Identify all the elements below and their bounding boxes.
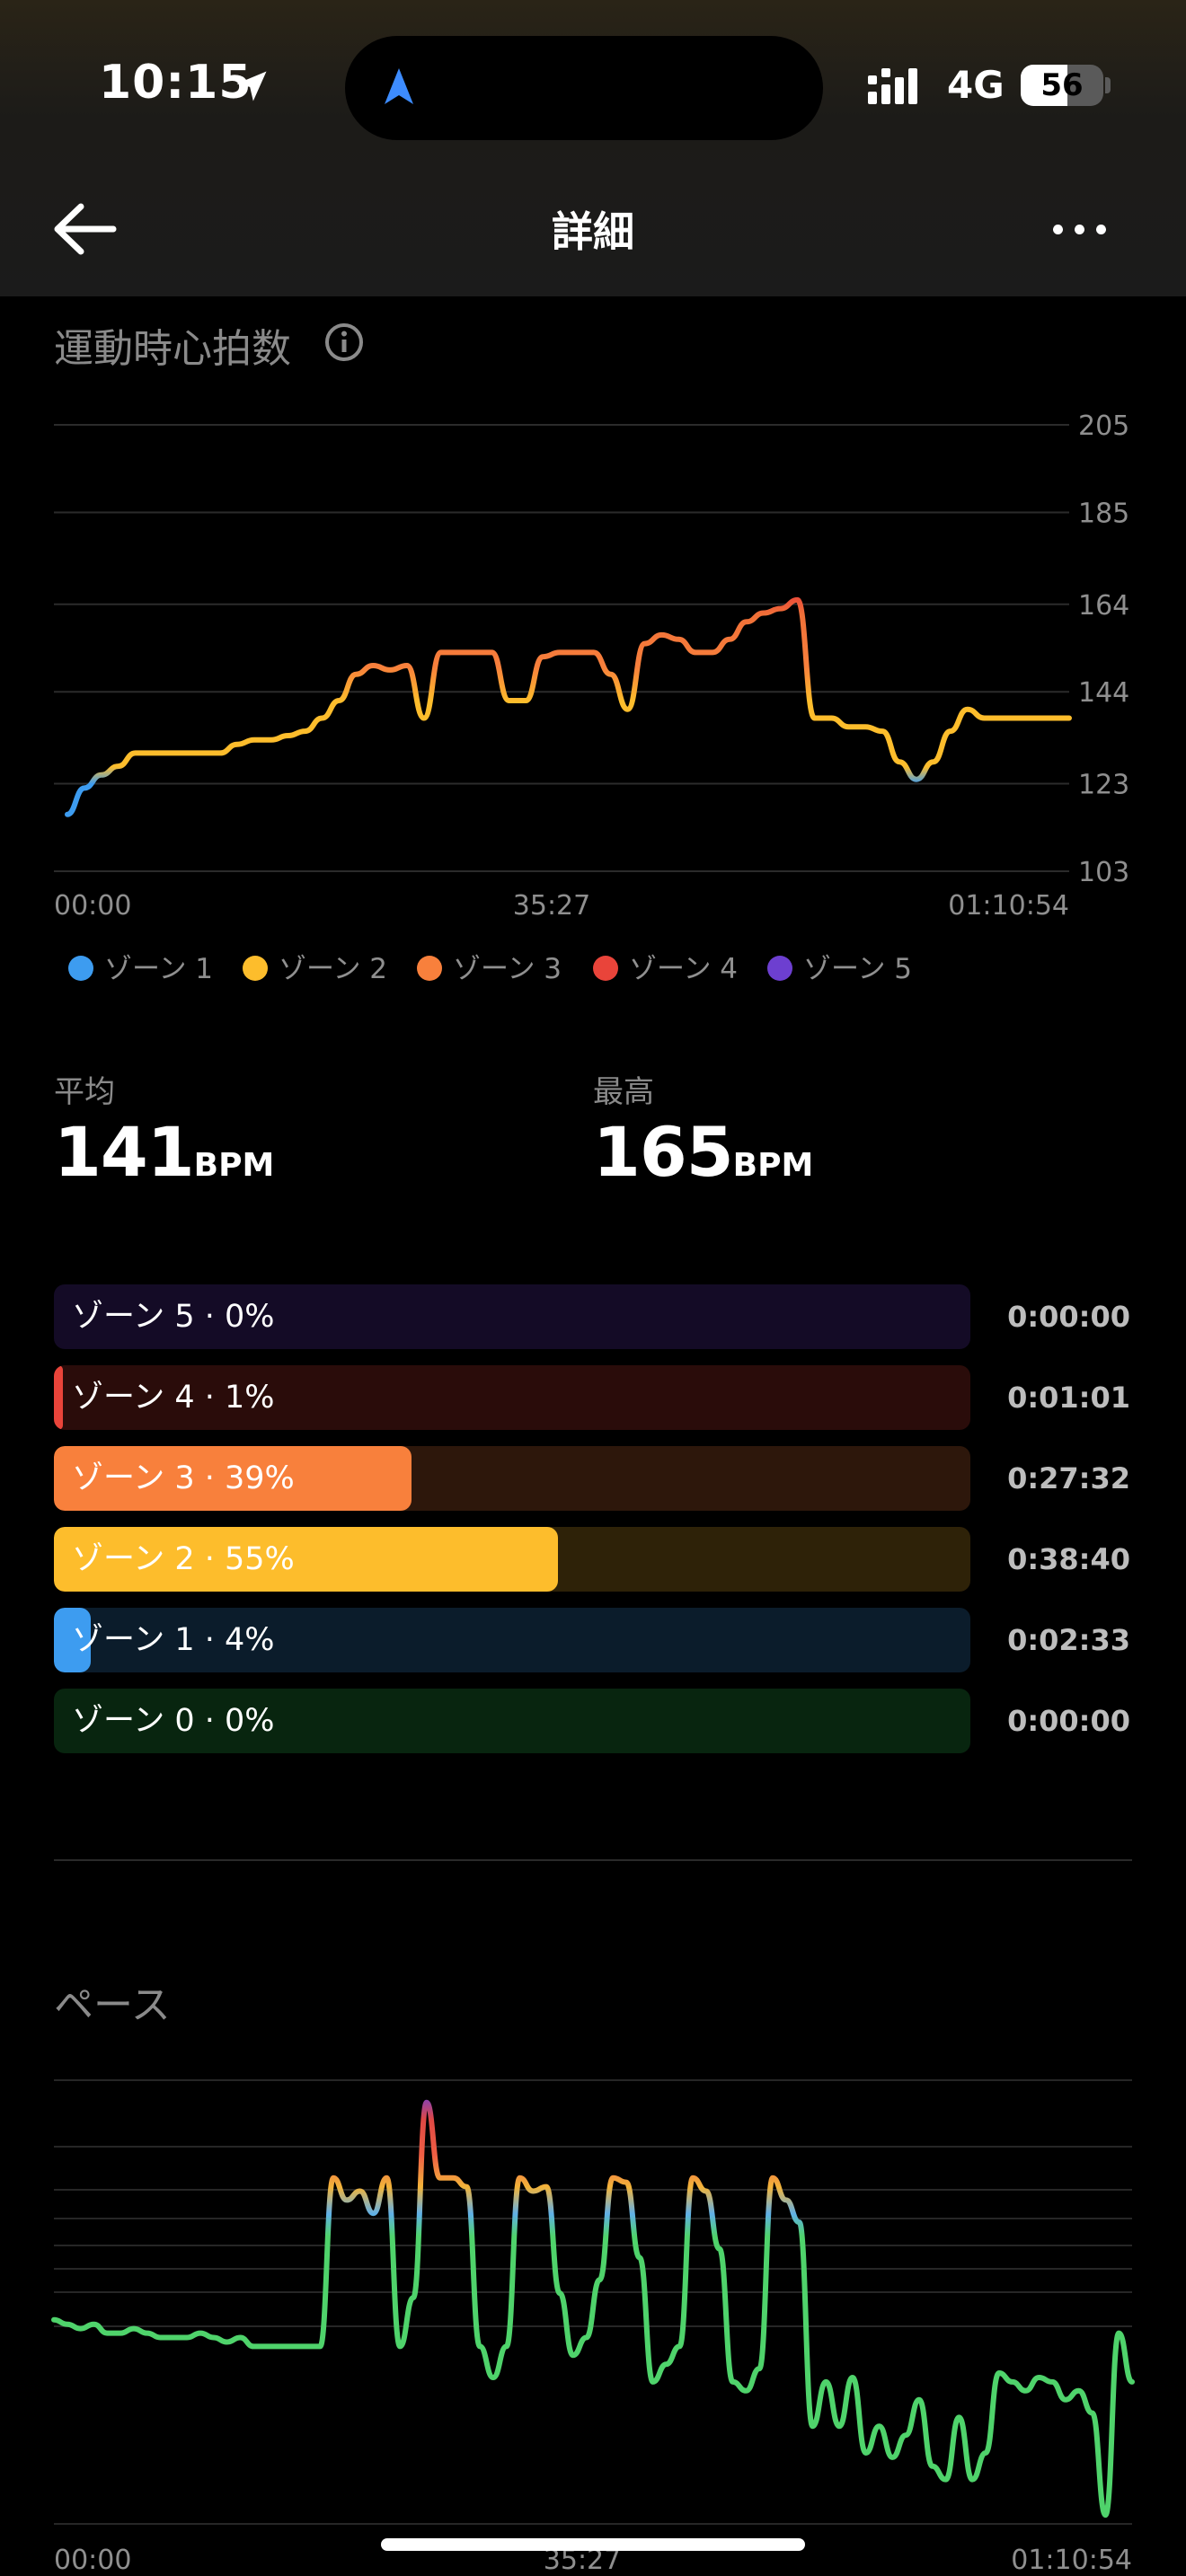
pace-line <box>51 2099 1135 2519</box>
legend-dot <box>417 955 442 981</box>
zone-label: ゾーン 2 · 55% <box>72 1541 295 1577</box>
legend-dot <box>243 955 268 981</box>
pace-chart: 00:00 35:27 01:10:54 <box>51 2079 1135 2576</box>
hr-y-tick-label: 103 <box>1078 857 1129 888</box>
location-arrow-icon <box>236 71 267 101</box>
legend-dot <box>593 955 618 981</box>
heart-rate-section-title: 運動時心拍数 <box>54 326 291 372</box>
hr-y-tick-label: 185 <box>1078 498 1129 529</box>
zone-fill <box>54 1365 64 1430</box>
zone-time: 0:00:00 <box>1007 1300 1130 1334</box>
zone-label: ゾーン 1 · 4% <box>72 1622 275 1658</box>
pace-x-tick-label: 01:10:54 <box>1011 2545 1132 2576</box>
hr-y-tick-label: 164 <box>1078 590 1129 622</box>
legend-dot <box>68 955 93 981</box>
pace-x-tick-label: 00:00 <box>54 2545 131 2576</box>
pace-section-title: ペース <box>54 1982 171 2028</box>
more-options-icon[interactable] <box>1049 207 1111 251</box>
legend-label: ゾーン 2 <box>279 953 388 985</box>
zone-time: 0:38:40 <box>1007 1542 1130 1576</box>
zone-label: ゾーン 3 · 39% <box>72 1460 295 1496</box>
zone-bar: ゾーン 5 · 0% <box>54 1284 970 1349</box>
zone-time: 0:27:32 <box>1007 1461 1130 1495</box>
legend-item: ゾーン 5 <box>767 947 912 992</box>
zone-label: ゾーン 5 · 0% <box>72 1299 275 1335</box>
zone-bar: ゾーン 2 · 55% <box>54 1527 970 1592</box>
page-title: 詳細 <box>552 207 634 256</box>
hr-y-tick-label: 144 <box>1078 677 1129 709</box>
network-type: 4G <box>947 63 1005 107</box>
zone-label: ゾーン 0 · 0% <box>72 1703 275 1739</box>
home-indicator[interactable] <box>381 2538 805 2551</box>
legend-item: ゾーン 1 <box>68 947 213 992</box>
legend-label: ゾーン 3 <box>453 953 562 985</box>
signal-icon <box>868 68 917 104</box>
zone-bar: ゾーン 4 · 1% <box>54 1365 970 1430</box>
info-icon[interactable] <box>323 322 365 363</box>
legend-label: ゾーン 4 <box>629 953 739 985</box>
avg-label: 平均 <box>54 1074 115 1110</box>
max-number: 165 <box>593 1112 734 1192</box>
navigation-arrow-icon <box>385 68 413 104</box>
heart-rate-line <box>65 596 1072 817</box>
battery-level: 56 <box>1040 67 1084 103</box>
zone-time: 0:00:00 <box>1007 1704 1130 1738</box>
legend-item: ゾーン 3 <box>417 947 562 992</box>
hr-y-tick-label: 123 <box>1078 770 1129 801</box>
max-unit: BPM <box>732 1147 814 1184</box>
legend-label: ゾーン 1 <box>104 953 214 985</box>
status-time: 10:15 <box>99 56 252 110</box>
hr-y-tick-label: 205 <box>1078 410 1129 442</box>
zone-bar: ゾーン 1 · 4% <box>54 1608 970 1672</box>
section-divider <box>54 1859 1132 1861</box>
hr-x-tick-label: 35:27 <box>513 890 590 922</box>
hr-x-tick-label: 00:00 <box>54 890 131 922</box>
zone-time: 0:01:01 <box>1007 1381 1130 1415</box>
avg-value: 141BPM <box>54 1112 274 1192</box>
zone-bar: ゾーン 3 · 39% <box>54 1446 970 1511</box>
legend-item: ゾーン 2 <box>243 947 387 992</box>
legend-item: ゾーン 4 <box>593 947 738 992</box>
top-bar: 10:15 4G 56 詳細 <box>0 0 1186 296</box>
avg-number: 141 <box>54 1112 195 1192</box>
legend-dot <box>767 955 792 981</box>
avg-unit: BPM <box>193 1147 275 1184</box>
hr-x-tick-label: 01:10:54 <box>948 890 1069 922</box>
legend-label: ゾーン 5 <box>803 953 913 985</box>
max-value: 165BPM <box>593 1112 813 1192</box>
max-label: 最高 <box>593 1074 654 1110</box>
heart-rate-chart: 205 185 164 144 123 103 00:00 35:27 01:10:54 <box>54 410 1129 922</box>
zone-bar: ゾーン 0 · 0% <box>54 1689 970 1753</box>
zone-time: 0:02:33 <box>1007 1623 1130 1657</box>
zone-label: ゾーン 4 · 1% <box>72 1380 275 1416</box>
battery-icon: 56 <box>1021 65 1103 106</box>
